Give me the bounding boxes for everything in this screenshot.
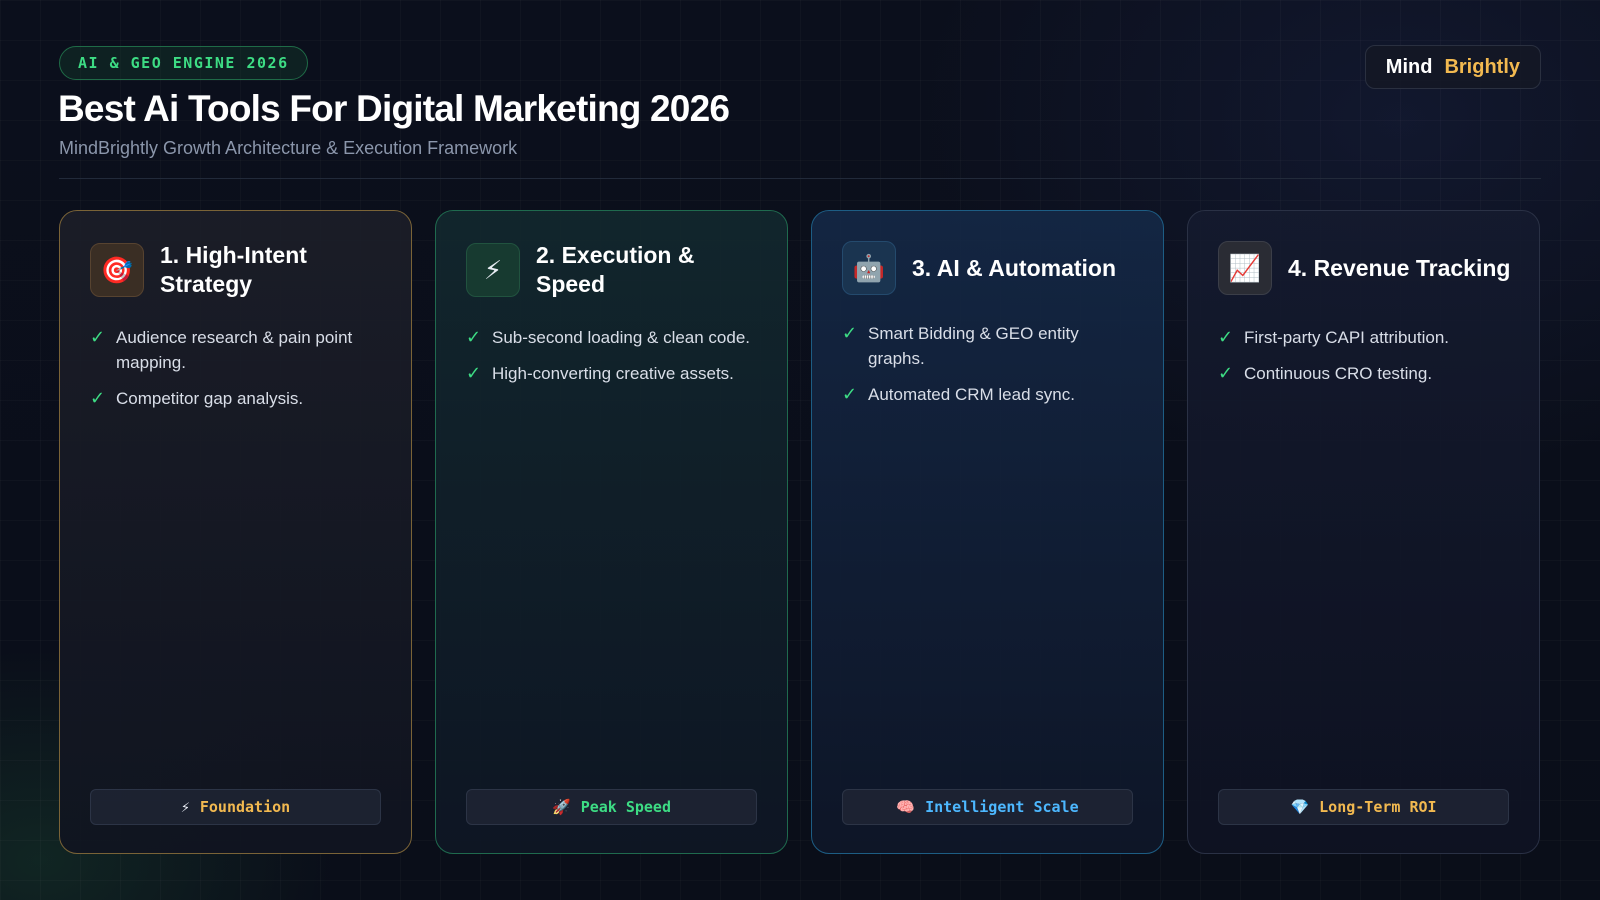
check-icon: ✓ (90, 327, 106, 347)
card-footer-tag: 💎 Long-Term ROI (1218, 789, 1509, 825)
brain-icon: 🧠 (896, 798, 916, 816)
lightning-icon: ⚡ (466, 243, 520, 297)
footer-label: Peak Speed (580, 798, 671, 816)
footer-label: Long-Term ROI (1319, 798, 1437, 816)
check-icon: ✓ (466, 363, 482, 383)
card-checklist: ✓ Sub-second loading & clean code. ✓ High-… (466, 325, 761, 397)
card-title: 1. High-Intent Strategy (160, 242, 307, 297)
logo-text-mind: Mind (1385, 55, 1433, 78)
list-item: ✓ Automated CRM lead sync. (842, 382, 1137, 407)
card-title: 4. Revenue Tracking (1288, 254, 1511, 281)
card-footer-tag: ⚡ Foundation (90, 789, 381, 825)
card-title: 3. AI & Automation (912, 254, 1117, 281)
list-item: ✓ High-converting creative assets. (466, 361, 761, 386)
card-footer-tag: 🚀 Peak Speed (466, 789, 757, 825)
rocket-icon: 🚀 (552, 798, 571, 816)
list-item-text: Sub-second loading & clean code. (492, 328, 751, 347)
card-header: 🤖 3. AI & Automation (842, 241, 1143, 295)
page-title: Best Ai Tools For Digital Marketing 2026 (58, 88, 730, 129)
list-item-text: Automated CRM lead sync. (868, 385, 1075, 404)
target-icon: 🎯 (90, 243, 144, 297)
card-high-intent-strategy: 🎯 1. High-Intent Strategy ✓ Audience rese… (59, 210, 412, 854)
lightning-icon: ⚡ (180, 798, 190, 816)
card-footer-tag: 🧠 Intelligent Scale (842, 789, 1133, 825)
card-header: 🎯 1. High-Intent Strategy (90, 241, 391, 299)
card-ai-automation: 🤖 3. AI & Automation ✓ Smart Bidding & GE… (811, 210, 1164, 854)
list-item-text: High-converting creative assets. (492, 364, 734, 383)
footer-label: Intelligent Scale (925, 798, 1079, 816)
gem-icon: 💎 (1290, 798, 1310, 816)
header-divider (59, 178, 1541, 179)
card-checklist: ✓ First-party CAPI attribution. ✓ Continuo… (1218, 325, 1513, 397)
check-icon: ✓ (842, 384, 858, 404)
footer-label: Foundation (199, 798, 291, 816)
slide: AI & GEO ENGINE 2026 Best Ai Tools For D… (0, 0, 1600, 900)
page-subtitle: MindBrightly Growth Architecture & Execu… (59, 138, 518, 158)
list-item: ✓ Continuous CRO testing. (1218, 361, 1513, 386)
card-checklist: ✓ Audience research & pain point mapping.… (90, 325, 385, 422)
list-item-text: First-party CAPI attribution. (1244, 328, 1450, 347)
card-execution-speed: ⚡ 2. Execution & Speed ✓ Sub-second loadi… (435, 210, 788, 854)
brand-logo: Mind Brightly (1364, 45, 1541, 89)
logo-text-brightly: Brightly (1444, 55, 1520, 78)
card-revenue-tracking: 📈 4. Revenue Tracking ✓ First-party CAPI … (1187, 210, 1540, 854)
robot-icon: 🤖 (842, 241, 896, 295)
check-icon: ✓ (1218, 327, 1234, 347)
card-checklist: ✓ Smart Bidding & GEO entity graphs. ✓ Aut… (842, 321, 1137, 418)
card-title: 2. Execution & Speed (536, 242, 695, 297)
list-item-text: Audience research & pain point mapping. (116, 328, 353, 372)
list-item: ✓ Audience research & pain point mapping. (90, 325, 385, 375)
engine-badge: AI & GEO ENGINE 2026 (59, 46, 308, 80)
chart-increasing-icon: 📈 (1218, 241, 1272, 295)
list-item: ✓ Smart Bidding & GEO entity graphs. (842, 321, 1137, 371)
check-icon: ✓ (842, 323, 858, 343)
check-icon: ✓ (90, 388, 106, 408)
list-item-text: Continuous CRO testing. (1244, 364, 1433, 383)
list-item: ✓ First-party CAPI attribution. (1218, 325, 1513, 350)
list-item-text: Competitor gap analysis. (116, 389, 304, 408)
list-item-text: Smart Bidding & GEO entity graphs. (868, 324, 1079, 368)
list-item: ✓ Sub-second loading & clean code. (466, 325, 761, 350)
list-item: ✓ Competitor gap analysis. (90, 386, 385, 411)
card-header: ⚡ 2. Execution & Speed (466, 241, 767, 299)
check-icon: ✓ (1218, 363, 1234, 383)
check-icon: ✓ (466, 327, 482, 347)
card-header: 📈 4. Revenue Tracking (1218, 241, 1519, 295)
